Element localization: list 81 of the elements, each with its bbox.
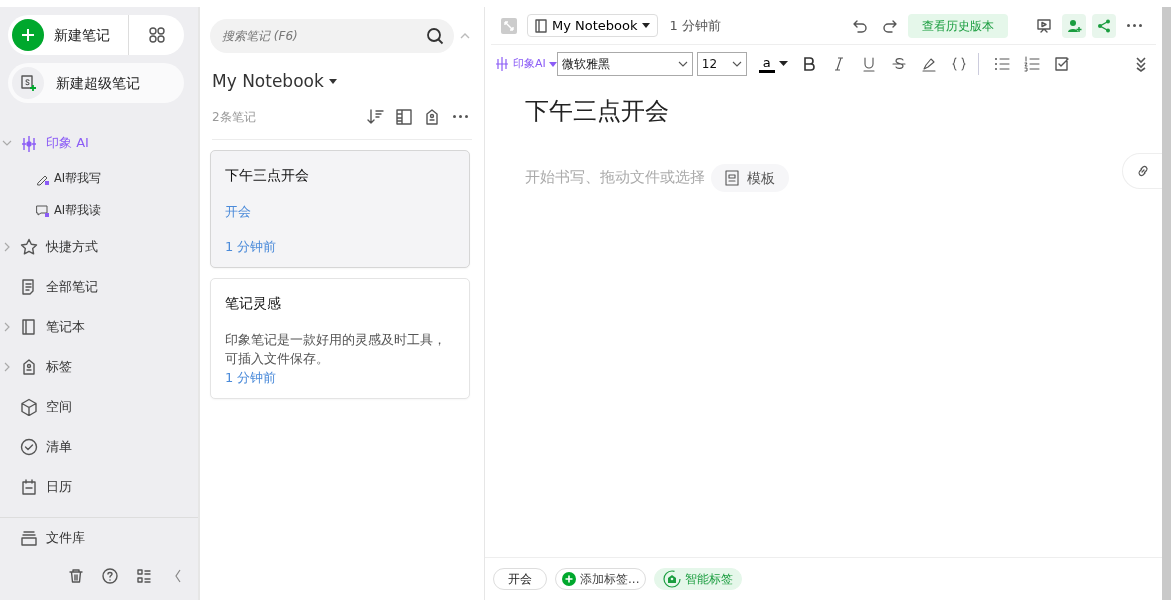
more-icon xyxy=(452,115,468,118)
sidebar-item[interactable]: 清单 xyxy=(0,427,198,467)
plus-icon xyxy=(21,28,35,42)
calendar-icon xyxy=(20,478,38,496)
note-title[interactable]: 下午三点开会 xyxy=(525,97,1122,126)
share-icon xyxy=(1096,17,1112,34)
add-tag-button[interactable]: 添加标签... xyxy=(555,568,647,590)
super-note-icon xyxy=(19,74,37,92)
sidebar-item[interactable]: 空间 xyxy=(0,387,198,427)
check-circle-icon xyxy=(20,438,38,456)
font-size-select[interactable]: 12 xyxy=(696,52,747,76)
numbered-list-icon xyxy=(1023,56,1040,72)
archive-icon xyxy=(20,529,38,547)
notebook-selector[interactable]: My Notebook xyxy=(212,69,484,95)
more-icon xyxy=(1126,24,1142,27)
star-icon xyxy=(20,238,38,256)
template-icon xyxy=(725,169,739,186)
note-title: 笔记灵感 xyxy=(225,293,282,313)
updated-time: 1 分钟前 xyxy=(669,16,722,35)
chat-icon xyxy=(36,204,50,218)
sort-icon xyxy=(367,107,385,126)
plus-circle-icon xyxy=(562,572,576,586)
sidebar-item[interactable]: AI帮我读 xyxy=(0,195,198,227)
note-snippet: 印象笔记是一款好用的灵感及时工具，可插入文件保存。 xyxy=(225,330,447,368)
note-time: 1 分钟前 xyxy=(225,369,278,388)
sidebar-item[interactable]: 标签 xyxy=(0,347,198,387)
sidebar-item[interactable]: 笔记本 xyxy=(0,307,198,347)
text-color-button[interactable]: a xyxy=(758,52,775,76)
tag-icon xyxy=(20,358,38,376)
sidebar-item[interactable]: 全部笔记 xyxy=(0,267,198,307)
note-title: 下午三点开会 xyxy=(225,165,310,185)
note-time: 1 分钟前 xyxy=(225,238,278,256)
sidebar-item[interactable]: 文件库 xyxy=(0,518,198,558)
new-note-button[interactable]: 新建笔记 xyxy=(8,15,128,55)
notebook-selector[interactable]: My Notebook xyxy=(527,13,658,38)
highlighter-icon xyxy=(920,56,937,72)
help-icon xyxy=(102,568,118,584)
sidebar-item[interactable]: 快捷方式 xyxy=(0,227,198,267)
tag-icon xyxy=(423,107,441,126)
sidebar-item[interactable]: 印象 AI xyxy=(0,123,198,163)
caret-icon[interactable] xyxy=(778,61,788,67)
list-icon xyxy=(136,568,152,584)
caret-icon xyxy=(641,22,651,29)
search-icon xyxy=(426,27,444,45)
expand-icon xyxy=(501,17,517,34)
collapse-icon xyxy=(175,569,181,583)
smart-tag-icon xyxy=(663,570,682,588)
new-super-note-button[interactable]: 新建超级笔记 xyxy=(8,63,184,103)
sparkle-icon xyxy=(20,134,38,152)
notebook-icon xyxy=(20,318,38,336)
add-user-button[interactable] xyxy=(1062,13,1086,38)
bullet-list-icon xyxy=(993,56,1010,72)
tag-chip[interactable]: 开会 xyxy=(493,568,547,590)
sidebar-item[interactable]: AI帮我写 xyxy=(0,163,198,195)
search-button[interactable] xyxy=(426,27,444,45)
caret-icon xyxy=(548,61,557,67)
ai-menu-button[interactable]: 印象AI xyxy=(513,52,557,76)
double-chevron-icon xyxy=(1135,56,1147,72)
search-field[interactable]: 搜索笔记 (F6) xyxy=(210,19,454,53)
strikethrough-icon xyxy=(890,56,907,72)
present-icon xyxy=(1036,17,1052,34)
note-card[interactable]: 笔记灵感 印象笔记是一款好用的灵感及时工具，可插入文件保存。 1 分钟前 xyxy=(210,277,470,399)
note-card[interactable]: 下午三点开会 开会 1 分钟前 xyxy=(210,149,470,268)
grid-icon xyxy=(148,27,165,43)
checklist-icon xyxy=(1053,56,1070,72)
layout-icon xyxy=(395,107,413,126)
sidebar-item[interactable]: 日历 xyxy=(0,467,198,507)
notebook-icon xyxy=(534,18,548,33)
code-icon xyxy=(950,56,967,72)
chevron-down-icon xyxy=(677,61,688,67)
cube-icon xyxy=(20,398,38,416)
trash-icon xyxy=(68,568,84,584)
note-tag: 开会 xyxy=(225,201,455,221)
template-button[interactable]: 模板 xyxy=(711,163,789,193)
chevron-down-icon xyxy=(731,61,742,67)
sparkle-icon xyxy=(495,56,509,72)
add-user-icon xyxy=(1066,17,1082,34)
note-count: 2条笔记 xyxy=(212,108,257,126)
caret-icon xyxy=(327,78,338,85)
font-select[interactable]: 微软雅黑 xyxy=(556,52,693,76)
share-button[interactable] xyxy=(1092,13,1116,38)
